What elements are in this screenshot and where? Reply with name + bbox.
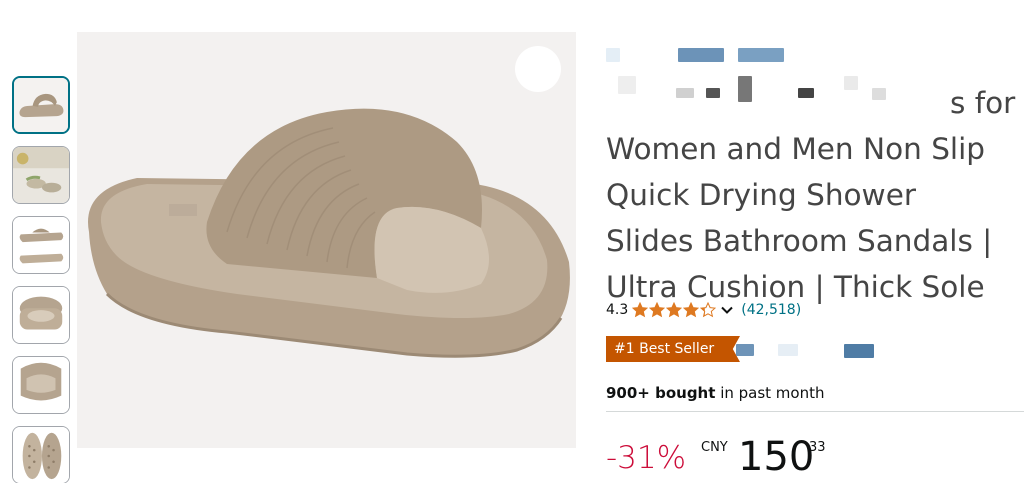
title-line-1: s for bbox=[950, 86, 1016, 120]
slide-sandal-illustration bbox=[77, 32, 576, 448]
star-icon bbox=[683, 302, 700, 318]
main-product-image[interactable] bbox=[77, 32, 576, 448]
star-icon bbox=[632, 302, 649, 318]
category-link-redacted[interactable] bbox=[778, 344, 798, 356]
bought-count: 900+ bought bbox=[606, 384, 716, 402]
thumbnail-slide-sole-view[interactable] bbox=[12, 426, 70, 483]
thumbnail-slides-lifestyle[interactable] bbox=[12, 146, 70, 204]
rating-row: 4.3 (42,518) bbox=[606, 298, 801, 322]
title-redacted bbox=[798, 88, 814, 98]
title-redacted bbox=[738, 76, 752, 102]
thumbnail-slide-front-view[interactable] bbox=[12, 286, 70, 344]
star-rating[interactable] bbox=[632, 302, 717, 318]
star-icon bbox=[649, 302, 666, 318]
star-icon bbox=[666, 302, 683, 318]
price-currency: CNY bbox=[701, 440, 728, 455]
bought-past-month: 900+ bought in past month bbox=[606, 384, 825, 402]
thumbnail-image bbox=[13, 427, 69, 483]
title-redacted bbox=[872, 88, 886, 100]
thumbnail-image bbox=[13, 147, 69, 203]
title-redacted bbox=[844, 76, 858, 90]
thumbnail-slide-back-view[interactable] bbox=[12, 356, 70, 414]
thumbnail-image bbox=[14, 78, 68, 132]
zoom-indicator[interactable] bbox=[515, 46, 561, 92]
thumbnail-slides-top-bottom[interactable] bbox=[12, 216, 70, 274]
thumbnail-image bbox=[13, 217, 69, 273]
title-line-4: Slides Bathroom Sandals | bbox=[606, 224, 993, 258]
price-whole: 150 bbox=[738, 434, 815, 480]
category-link-redacted[interactable] bbox=[844, 344, 874, 358]
star-icon bbox=[700, 302, 717, 318]
price-fraction: 33 bbox=[809, 440, 826, 455]
title-line-2: Women and Men Non Slip bbox=[606, 132, 986, 166]
rating-value: 4.3 bbox=[606, 302, 629, 318]
title-redacted bbox=[706, 88, 720, 98]
review-count-link[interactable]: (42,518) bbox=[741, 302, 801, 318]
thumbnail-image bbox=[13, 287, 69, 343]
brand-link-redacted[interactable] bbox=[606, 44, 826, 62]
chevron-down-icon[interactable] bbox=[719, 302, 735, 318]
thumbnail-slide-side-view[interactable] bbox=[12, 76, 70, 134]
title-redacted bbox=[676, 88, 694, 98]
category-link-redacted[interactable] bbox=[736, 344, 754, 356]
title-line-3: Quick Drying Shower bbox=[606, 178, 916, 212]
best-seller-badge[interactable]: #1 Best Seller bbox=[606, 336, 723, 362]
divider bbox=[606, 411, 1024, 412]
bought-suffix: in past month bbox=[715, 384, 825, 402]
title-redacted bbox=[618, 76, 636, 94]
best-seller-row: #1 Best Seller bbox=[606, 336, 906, 364]
discount-percent: -31% bbox=[606, 440, 687, 476]
thumbnail-image bbox=[13, 357, 69, 413]
